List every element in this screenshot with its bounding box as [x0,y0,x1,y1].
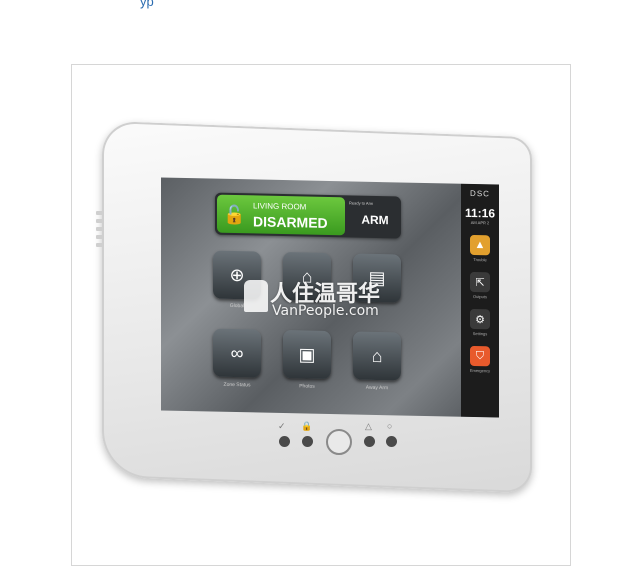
vent-slot [96,227,104,231]
outputs-icon[interactable]: ⇱ [470,271,490,293]
vent-slot [96,211,104,215]
sidebar-label: Trouble [473,257,487,263]
trouble-icon[interactable]: ▲ [470,234,490,256]
ready-text: Ready to Arm [349,200,374,206]
check-icon: ✓ [278,421,286,431]
top-link-text[interactable]: yp [140,0,154,9]
circle-icon: ○ [387,421,393,431]
arm-status-bar: 🔓 LIVING ROOM DISARMED Ready to Arm ARM [215,192,401,239]
sidebar-label: Settings [472,330,488,337]
disarmed-status-button[interactable]: 🔓 LIVING ROOM DISARMED [217,194,345,236]
clock-time: 11:16 [464,205,496,221]
chain-icon[interactable]: ∞ [213,328,261,378]
tile-label: Zone Status [223,381,251,389]
tile-label: Photos [299,383,315,390]
hardware-button[interactable] [302,436,313,447]
settings-gear-icon[interactable]: ⚙ [470,308,490,330]
unlock-icon: 🔓 [223,204,246,226]
vent-slot [96,219,104,223]
sidebar-label: Emergency [469,367,491,374]
photos-icon[interactable]: ▣ [283,330,331,380]
arm-button[interactable]: ARM [354,210,396,231]
away-icon[interactable]: ⌂ [353,331,401,381]
home-hardware-button[interactable] [326,429,352,455]
room-name: LIVING ROOM [253,201,307,212]
vent-slot [96,243,104,247]
vent-slot [96,235,104,239]
emergency-shield-icon[interactable]: ⛉ [470,345,490,367]
arm-state: DISARMED [253,213,328,231]
hardware-button[interactable] [279,436,290,447]
watermark-logo-icon [244,280,268,312]
clock-date: AM APR 2 [470,219,490,226]
hardware-button[interactable] [364,436,375,447]
hardware-button[interactable] [386,436,397,447]
watermark-english: VanPeople.com [272,303,379,319]
brand-logo: DSC [470,188,490,199]
triangle-icon: △ [365,421,372,431]
tile-label: Away Arm [365,384,389,392]
lock-icon: 🔒 [301,421,313,431]
